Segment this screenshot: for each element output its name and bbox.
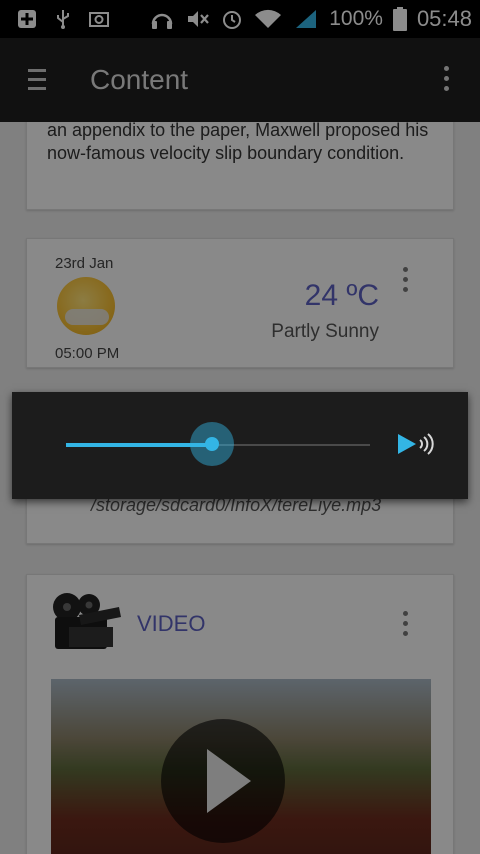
- volume-icon[interactable]: [396, 430, 436, 458]
- volume-slider[interactable]: [66, 422, 370, 466]
- volume-dialog: [12, 392, 468, 499]
- volume-slider-thumb[interactable]: [189, 422, 234, 466]
